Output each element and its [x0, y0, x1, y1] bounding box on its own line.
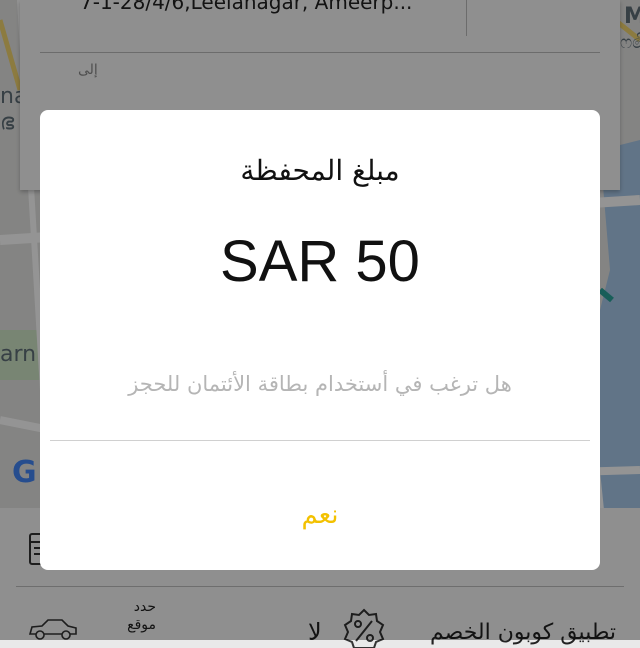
yes-button[interactable]: نعم: [40, 500, 600, 530]
wallet-amount-dialog: مبلغ المحفظة SAR 50 هل ترغب في أستخدام ب…: [40, 110, 600, 570]
dialog-message: هل ترغب في أستخدام بطاقة الأئتمان للحجز: [128, 372, 512, 396]
dialog-title: مبلغ المحفظة: [240, 154, 400, 187]
dialog-divider: [50, 440, 590, 441]
wallet-amount: SAR 50: [220, 229, 420, 294]
